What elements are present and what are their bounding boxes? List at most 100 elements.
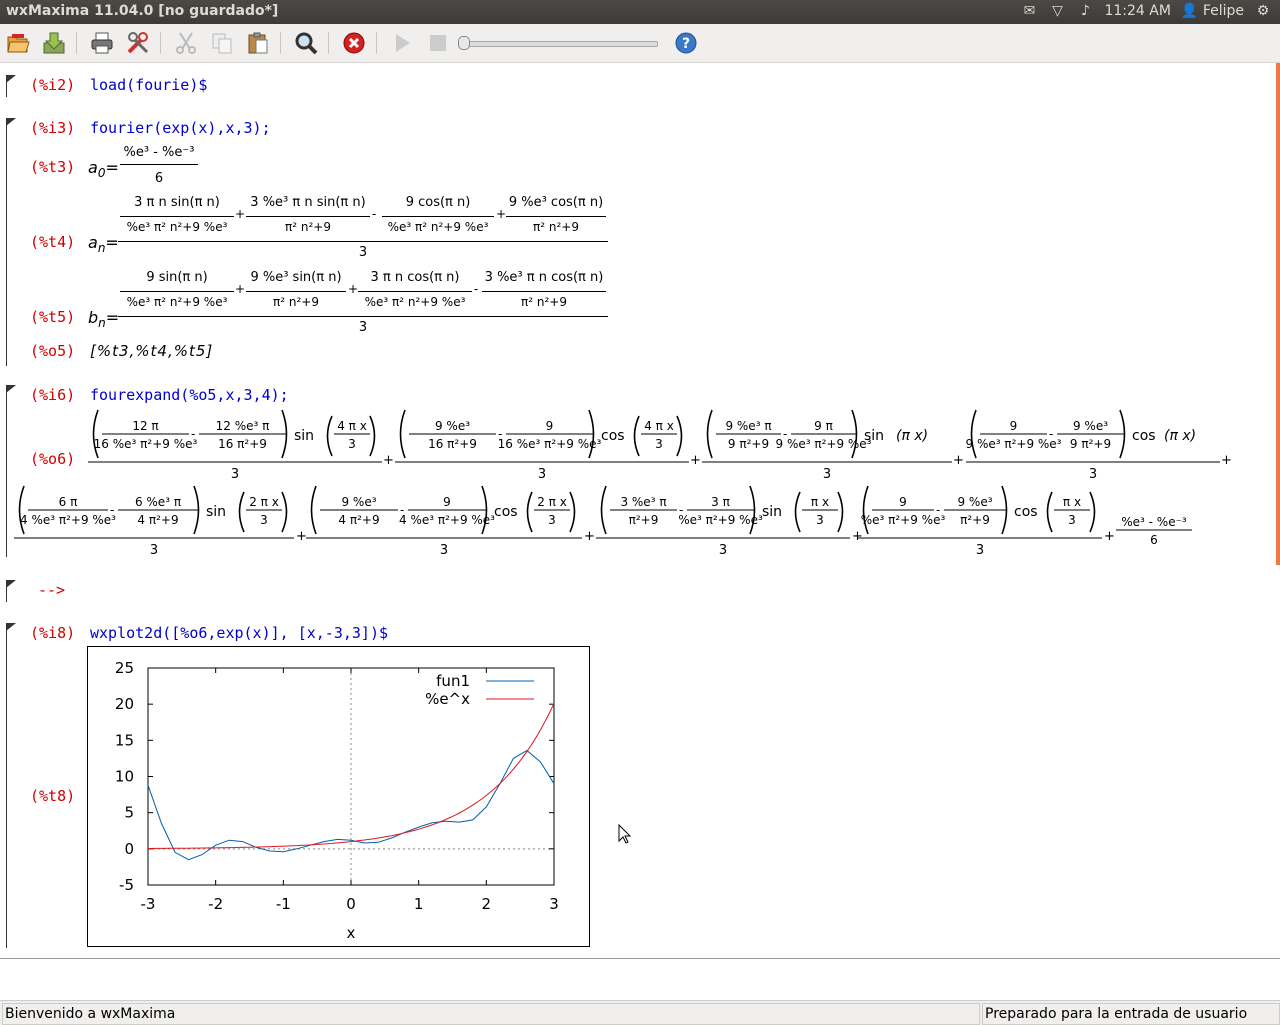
o6-r1-term2-b-num: 9 π <box>814 419 833 433</box>
fraction-line <box>482 291 606 292</box>
x-tick-label: 1 <box>414 895 424 913</box>
user-menu[interactable]: 👤 Felipe <box>1181 3 1244 19</box>
x-tick-label: -1 <box>276 895 291 913</box>
t3-numerator: %e³ - %e⁻³ <box>123 145 195 160</box>
paren <box>1046 491 1053 533</box>
cell-bracket[interactable] <box>6 580 16 602</box>
t5-term-num: 9 %e³ sin(π n) <box>250 270 342 285</box>
cell-bracket[interactable] <box>6 623 16 948</box>
plus-sign: + <box>383 453 394 468</box>
paren <box>569 491 576 533</box>
minus-sign: - <box>372 207 377 221</box>
t5-term-den: π² n²+9 <box>521 295 567 309</box>
interrupt-icon <box>343 32 365 54</box>
paren <box>526 491 533 533</box>
fraction-line <box>246 216 370 217</box>
input-code[interactable]: fourier(exp(x),x,3); <box>90 119 271 137</box>
y-tick-label: 20 <box>115 695 134 713</box>
save-button[interactable] <box>40 29 68 57</box>
paste-button[interactable] <box>244 29 272 57</box>
paren <box>310 485 317 535</box>
wifi-icon[interactable]: ▽ <box>1048 3 1066 19</box>
o6-r2-term0-arg-num: 2 π x <box>249 495 279 509</box>
y-tick-label: 25 <box>115 659 134 677</box>
plot-chart: -3 -2 -1 0 1 2 3 -5 0 5 10 15 20 25 x fun1%e^x <box>115 659 559 942</box>
fraction-line <box>120 164 198 165</box>
animation-slider-knob[interactable] <box>458 36 470 50</box>
o6-r2-term1-den3: 3 <box>440 543 448 558</box>
cell-bracket[interactable] <box>6 75 16 97</box>
toolbar-separator <box>76 32 77 54</box>
x-tick-label: -3 <box>141 895 156 913</box>
paren <box>326 415 333 457</box>
window-title: wxMaxima 11.04.0 [no guardado*] <box>6 3 279 19</box>
x-tick-label: 0 <box>346 895 356 913</box>
minus-sign: - <box>1049 427 1053 441</box>
plus-sign: + <box>584 529 595 544</box>
interrupt-button[interactable] <box>340 29 368 57</box>
help-button[interactable]: ? <box>672 29 700 57</box>
copy-icon <box>212 33 232 54</box>
paren <box>676 415 683 457</box>
paste-icon <box>248 32 268 54</box>
o6-r1-term1-arg-den: 3 <box>655 437 663 451</box>
preferences-button[interactable] <box>124 29 152 57</box>
input-code[interactable]: wxplot2d([%o6,exp(x)], [x,-3,3])$ <box>90 624 388 642</box>
fraction-line <box>358 291 472 292</box>
o6-r1-term3-arg: (π x) <box>1164 428 1196 444</box>
animation-slider[interactable] <box>460 41 658 47</box>
t4-term-num: 3 π n sin(π n) <box>134 195 220 210</box>
o6-r1-term3-den3: 3 <box>1089 467 1097 482</box>
paren <box>706 409 713 459</box>
o6-r2-term3-b-den: π²+9 <box>960 513 990 527</box>
vertical-scrollbar[interactable] <box>1276 63 1280 565</box>
paren <box>399 409 406 459</box>
minus-sign: - <box>110 503 114 517</box>
stop-button[interactable] <box>424 29 452 57</box>
cut-icon <box>176 32 196 54</box>
plus-sign: + <box>852 529 863 544</box>
o6-r2-term3-fn: cos <box>1014 504 1038 520</box>
plus-sign: + <box>1104 529 1115 544</box>
mail-icon[interactable]: ✉ <box>1020 3 1038 19</box>
t5-denominator: 3 <box>358 320 368 335</box>
input-label: (%i8) <box>30 624 76 642</box>
find-icon <box>295 32 318 55</box>
o6-r2-term3-den3: 3 <box>976 543 984 558</box>
open-button[interactable] <box>4 29 32 57</box>
clock[interactable]: 11:24 AM <box>1104 3 1170 19</box>
y-tick-label: 0 <box>124 840 134 858</box>
o6-r2-term2-den3: 3 <box>719 543 727 558</box>
cut-button[interactable] <box>172 29 200 57</box>
statusbar: Bienvenido a wxMaxima Preparado para la … <box>0 1000 1280 1025</box>
paren <box>794 491 801 533</box>
y-tick-label: -5 <box>119 876 134 894</box>
t4-term-num: 3 %e³ π n sin(π n) <box>250 195 366 210</box>
o6-r2-term1-arg-num: 2 π x <box>537 495 567 509</box>
minus-sign: - <box>474 282 479 296</box>
volume-icon[interactable]: ♪ <box>1076 3 1094 19</box>
print-button[interactable] <box>88 29 116 57</box>
o6-r1-term3-b-num: 9 %e³ <box>1073 419 1108 433</box>
o6-r1-term0-den3: 3 <box>231 467 239 482</box>
output-label: (%t3) <box>30 158 76 176</box>
play-button[interactable] <box>388 29 416 57</box>
power-icon[interactable]: ⚙ <box>1254 3 1272 19</box>
toolbar-separator <box>160 32 161 54</box>
t4-term-den: %e³ π² n²+9 %e³ <box>126 220 228 234</box>
o6-r2-term0-b-den: 4 π²+9 <box>137 513 178 527</box>
o6-r1-term2-fn: sin <box>864 428 884 444</box>
cell-bracket[interactable] <box>6 118 16 366</box>
paren <box>837 491 844 533</box>
o6-r2-term3-arg-num: π x <box>1063 495 1081 509</box>
t4-term-num: 9 %e³ cos(π n) <box>508 195 604 210</box>
t4-denominator: 3 <box>358 245 368 260</box>
user-icon: 👤 <box>1180 3 1199 19</box>
copy-button[interactable] <box>208 29 236 57</box>
find-button[interactable] <box>292 29 320 57</box>
input-prompt[interactable]: --> <box>38 581 65 599</box>
input-code[interactable]: load(fourie)$ <box>90 76 207 94</box>
o6-r1-term0-a-num: 12 π <box>132 419 158 433</box>
o6-r2-term1-a-num: 9 %e³ <box>341 495 376 509</box>
o6-r1-term1-b-num: 9 <box>546 419 554 433</box>
